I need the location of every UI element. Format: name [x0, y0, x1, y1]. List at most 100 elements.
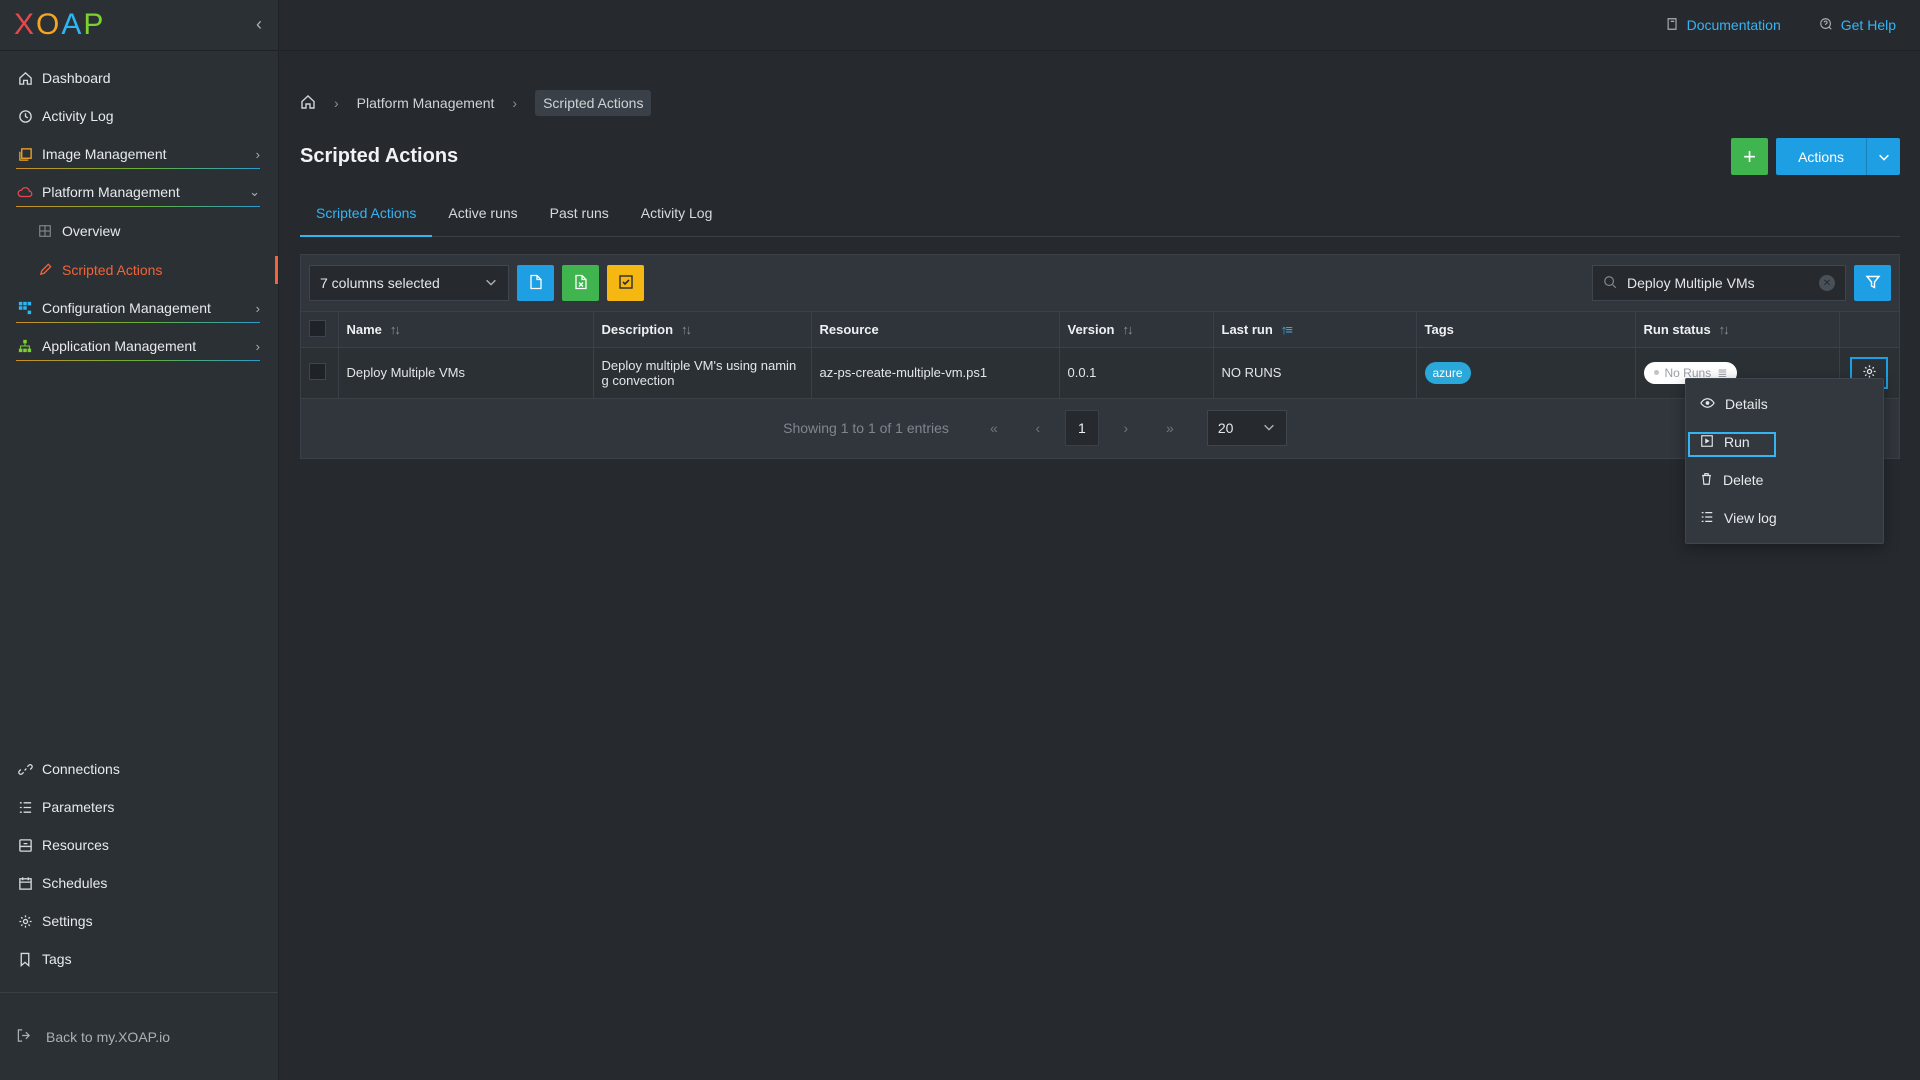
row-context-menu: Details Run Delete View log — [1685, 378, 1884, 544]
search-icon — [1603, 275, 1617, 292]
eye-icon — [1700, 396, 1715, 412]
collapse-sidebar-icon[interactable]: ‹ — [256, 14, 262, 35]
sidebar-item-label: Dashboard — [42, 70, 111, 86]
sort-icon[interactable]: ↑↓ — [1122, 322, 1133, 337]
sort-icon[interactable]: ↑↓ — [1719, 322, 1730, 337]
main-content: › Platform Management › Scripted Actions… — [300, 51, 1900, 459]
prev-page-icon[interactable]: ‹ — [1021, 410, 1055, 446]
title-actions: + Actions — [1731, 138, 1900, 175]
column-header-label: Description — [601, 322, 674, 337]
cell-version: 0.0.1 — [1059, 347, 1214, 398]
pagination: Showing 1 to 1 of 1 entries « ‹ 1 › » 20 — [301, 397, 1899, 458]
get-help-label: Get Help — [1840, 17, 1896, 33]
menu-item-label: Details — [1725, 396, 1768, 412]
cloud-icon — [16, 183, 34, 201]
sidebar-item-activity-log[interactable]: Activity Log — [0, 97, 278, 135]
list-icon — [16, 798, 34, 816]
search-box: ✕ — [1592, 265, 1846, 301]
home-icon[interactable] — [300, 94, 316, 113]
sidebar-item-parameters[interactable]: Parameters — [0, 788, 278, 826]
add-button[interactable]: + — [1731, 138, 1769, 175]
cell-resource: az-ps-create-multiple-vm.ps1 — [811, 347, 1060, 398]
logo-row: XOAP ‹ — [0, 0, 278, 51]
topbar: Documentation Get Help — [280, 0, 1920, 51]
sidebar-item-label: Resources — [42, 837, 109, 853]
export-excel-button[interactable] — [562, 265, 599, 301]
documentation-link[interactable]: Documentation — [1666, 17, 1781, 34]
page-title: Scripted Actions — [300, 145, 459, 167]
tab-scripted-actions[interactable]: Scripted Actions — [300, 189, 433, 237]
cell-name[interactable]: Deploy Multiple VMs — [338, 347, 594, 398]
export-file-button[interactable] — [517, 265, 554, 301]
menu-item-details[interactable]: Details — [1686, 385, 1883, 423]
sidebar-item-image-management[interactable]: Image Management › — [0, 135, 278, 173]
table-header-row: Name ↑↓ Description ↑↓ Resource Version ↑↓ … — [301, 311, 1899, 348]
column-header-run-status[interactable]: Run status ↑↓ — [1635, 311, 1840, 348]
menu-item-run[interactable]: Run — [1686, 423, 1883, 461]
sidebar-item-schedules[interactable]: Schedules — [0, 864, 278, 902]
column-header-label: Name — [346, 322, 382, 337]
sidebar-item-scripted-actions[interactable]: Scripted Actions — [0, 250, 278, 289]
tab-activity-log[interactable]: Activity Log — [625, 189, 729, 236]
breadcrumb-separator-icon: › — [512, 95, 518, 111]
page-number[interactable]: 1 — [1064, 410, 1099, 446]
book-icon — [1666, 17, 1679, 34]
sidebar-item-label: Image Management — [42, 146, 167, 162]
pencil-icon — [36, 261, 54, 279]
sort-ascending-icon[interactable]: ↑≡ — [1281, 322, 1293, 337]
back-to-xoap-link[interactable]: Back to my.XOAP.io — [0, 992, 278, 1080]
grid-icon — [36, 222, 54, 240]
sidebar-item-platform-management[interactable]: Platform Management ⌄ — [0, 173, 278, 211]
per-page-select[interactable]: 20 — [1206, 410, 1287, 446]
sidebar-item-tags[interactable]: Tags — [0, 940, 278, 978]
cell-last-run: NO RUNS — [1213, 347, 1417, 398]
select-all-checkbox[interactable] — [309, 319, 326, 337]
last-page-icon[interactable]: » — [1153, 410, 1187, 446]
sidebar-item-settings[interactable]: Settings — [0, 902, 278, 940]
sidebar-item-dashboard[interactable]: Dashboard — [0, 59, 278, 97]
column-header-version[interactable]: Version ↑↓ — [1059, 311, 1214, 348]
sidebar-item-resources[interactable]: Resources — [0, 826, 278, 864]
column-header-name[interactable]: Name ↑↓ — [338, 311, 594, 348]
select-all-cell — [301, 311, 339, 348]
clear-search-icon[interactable]: ✕ — [1819, 275, 1835, 291]
chevron-right-icon: › — [255, 300, 260, 316]
filter-button[interactable] — [1854, 265, 1891, 301]
menu-item-delete[interactable]: Delete — [1686, 461, 1883, 499]
sidebar-item-connections[interactable]: Connections — [0, 750, 278, 788]
sort-icon[interactable]: ↑↓ — [681, 322, 692, 337]
xoap-logo[interactable]: XOAP — [14, 8, 105, 42]
sidebar-item-configuration-management[interactable]: Configuration Management › — [0, 289, 278, 327]
column-header-last-run[interactable]: Last run ↑≡ — [1213, 311, 1417, 348]
actions-label: Actions — [1798, 148, 1844, 165]
chevron-right-icon: › — [255, 146, 260, 162]
columns-select[interactable]: 7 columns selected — [309, 265, 509, 301]
sidebar-item-application-management[interactable]: Application Management › — [0, 327, 278, 365]
sort-icon[interactable]: ↑↓ — [390, 322, 401, 337]
menu-item-label: Run — [1724, 434, 1750, 450]
gear-icon — [16, 912, 34, 930]
cell-description: Deploy multiple VM's using namin g conve… — [593, 347, 812, 398]
first-page-icon[interactable]: « — [977, 410, 1011, 446]
chevron-down-icon[interactable] — [1866, 138, 1900, 175]
documentation-label: Documentation — [1686, 17, 1781, 33]
menu-item-label: Delete — [1723, 472, 1764, 488]
row-checkbox[interactable] — [309, 362, 326, 380]
breadcrumb-platform-management[interactable]: Platform Management — [357, 95, 495, 111]
tab-past-runs[interactable]: Past runs — [534, 189, 625, 236]
next-page-icon[interactable]: › — [1109, 410, 1143, 446]
actions-button[interactable]: Actions — [1776, 138, 1900, 175]
column-header-description[interactable]: Description ↑↓ — [593, 311, 812, 348]
search-input[interactable] — [1627, 275, 1809, 291]
tag-badge: azure — [1424, 362, 1471, 385]
table-row[interactable]: Deploy Multiple VMs Deploy multiple VM's… — [301, 347, 1899, 398]
menu-item-view-log[interactable]: View log — [1686, 499, 1883, 537]
tab-active-runs[interactable]: Active runs — [432, 189, 533, 236]
sidebar-item-label: Application Management — [42, 338, 197, 354]
chevron-right-icon: › — [255, 338, 260, 354]
get-help-link[interactable]: Get Help — [1819, 17, 1896, 34]
column-header-resource: Resource — [811, 311, 1060, 348]
sidebar-item-overview[interactable]: Overview — [0, 211, 278, 250]
select-all-button[interactable] — [607, 265, 644, 301]
sidebar-item-label: Scripted Actions — [62, 261, 163, 278]
